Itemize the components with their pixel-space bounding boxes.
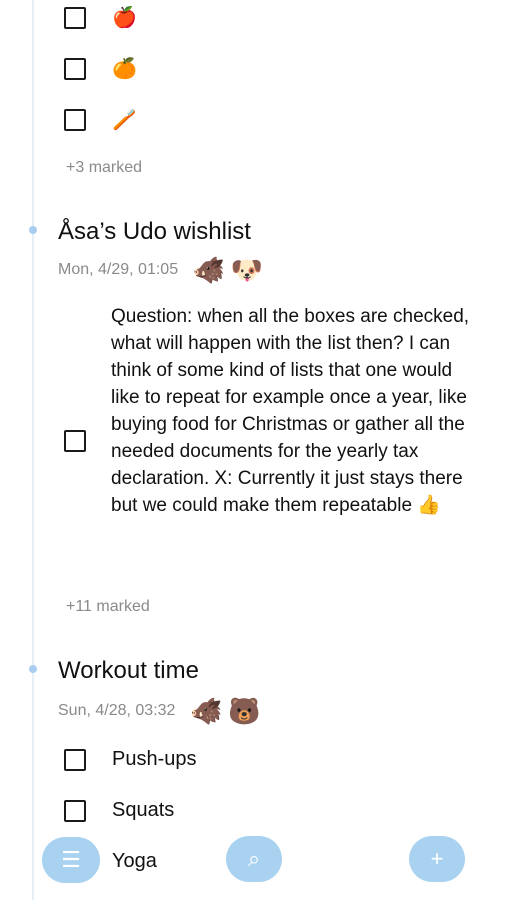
checkbox[interactable] [64,748,86,771]
search-icon: ⌕ [247,846,261,871]
list-meta: Sun, 4/28, 03:32 🐗 🐻 [58,694,261,728]
list-item[interactable]: 🍎 [64,6,137,30]
list-item[interactable]: Push-ups [64,748,197,771]
list-title[interactable]: Åsa’s Udo wishlist [58,218,251,246]
menu-button[interactable]: ☰ [42,837,100,883]
avatar: 🐗 [192,254,226,285]
toothbrush-icon: 🪥 [112,109,137,131]
list-item-text: Question: when all the boxes are checked… [111,306,470,516]
checkbox[interactable] [64,430,86,452]
checkbox[interactable] [64,7,86,29]
list-item-label: Yoga [112,850,157,872]
marked-count[interactable]: +11 marked [66,598,150,616]
list-date: Mon, 4/29, 01:05 [58,261,179,278]
timeline-dot [29,226,37,234]
list-item[interactable]: 🍊 [64,57,137,81]
list-date: Sun, 4/28, 03:32 [58,702,176,719]
add-button[interactable]: + [409,836,465,882]
list-item[interactable] [64,430,86,452]
list-item-label: Squats [112,799,175,821]
apple-icon: 🍎 [112,7,137,29]
checkbox[interactable] [64,58,86,80]
list-item-label: Push-ups [112,748,197,770]
checkbox[interactable] [64,799,86,822]
add-icon: + [430,846,444,871]
orange-icon: 🍊 [112,58,137,80]
avatar: 🐶 [230,254,264,285]
timeline-dot [29,665,37,673]
marked-count[interactable]: +3 marked [66,159,142,177]
list-title[interactable]: Workout time [58,657,199,685]
list-item[interactable]: 🪥 [64,108,137,132]
avatar: 🐻 [228,695,261,726]
list-meta: Mon, 4/29, 01:05 🐗 🐶 [58,253,264,287]
avatar: 🐗 [190,695,223,726]
menu-icon: ☰ [61,847,81,872]
list-item[interactable]: Squats [64,799,174,822]
checkbox[interactable] [64,109,86,131]
timeline-line [32,0,34,900]
search-button[interactable]: ⌕ [226,836,282,882]
